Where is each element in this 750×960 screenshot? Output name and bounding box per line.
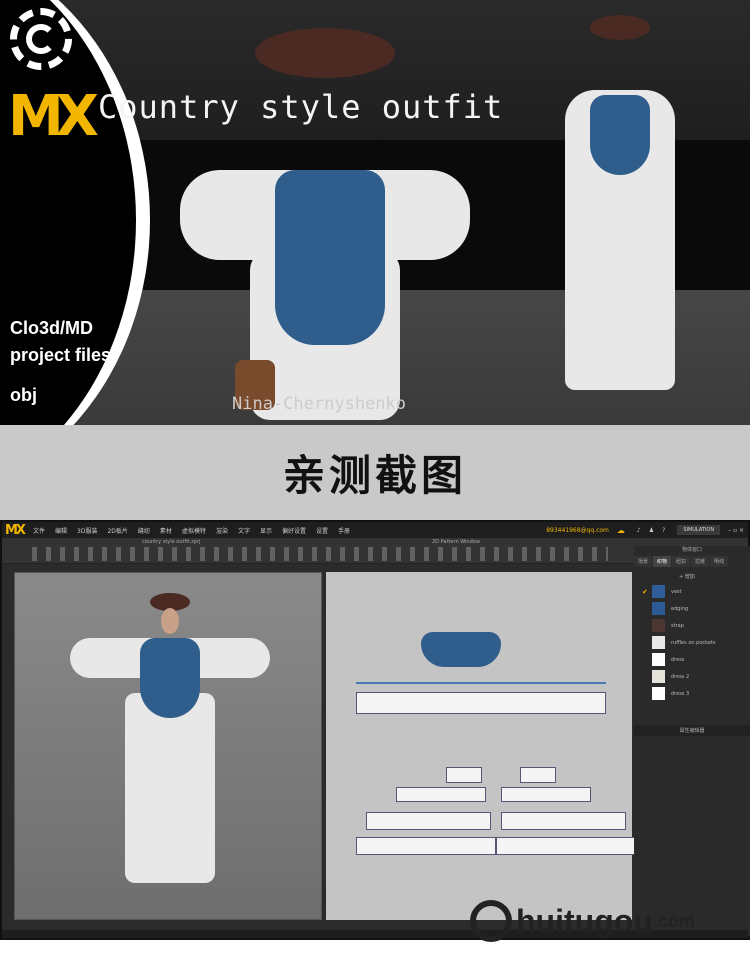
fabric-item[interactable]: strap <box>634 617 750 634</box>
fabric-name: dress 3 <box>671 690 690 697</box>
vest-pattern[interactable] <box>421 632 501 667</box>
menu-text[interactable]: 文字 <box>238 526 250 535</box>
menu-2d-pattern[interactable]: 2D板片 <box>107 526 127 535</box>
2d-pattern-window[interactable] <box>326 572 636 920</box>
seam-line <box>356 682 606 684</box>
help-icon[interactable]: ? <box>662 527 665 534</box>
fabric-swatch <box>652 585 665 598</box>
watermark-tld: .com <box>652 910 695 931</box>
banner-title: Country style outfit <box>98 88 504 126</box>
software-label: Clo3d/MD <box>10 318 93 338</box>
tab-zipper[interactable]: 拉链 <box>691 556 710 567</box>
check-icon: ✔ <box>642 587 648 596</box>
caption-bar: 亲测截图 <box>0 425 750 520</box>
speaker-icon[interactable]: ♪ <box>637 527 641 534</box>
tab-button[interactable]: 纽扣 <box>672 556 691 567</box>
caption-text: 亲测截图 <box>282 451 467 500</box>
window-controls[interactable]: – ▫ × <box>728 527 744 534</box>
fabric-name: ruffles on pockets <box>671 639 716 646</box>
avatar-vest <box>140 638 200 718</box>
fabric-name: dress <box>671 656 685 663</box>
tab-fabric[interactable]: 织物 <box>653 556 672 567</box>
author-label: Nina-Chernyshenko <box>232 394 406 414</box>
menu-render[interactable]: 渲染 <box>216 526 228 535</box>
fabric-name: strap <box>671 622 684 629</box>
add-fabric-button[interactable]: + 增加 <box>679 573 750 580</box>
3d-garment-window[interactable] <box>14 572 322 920</box>
user-email[interactable]: 893441968@qq.com <box>546 527 609 534</box>
pattern-window-title: 2D Pattern Window <box>432 539 480 545</box>
fabric-item[interactable]: ✔ vest <box>634 583 750 600</box>
property-editor-title: 属性编辑器 <box>634 725 750 736</box>
avatar-head <box>161 608 179 634</box>
menu-manual[interactable]: 手册 <box>338 526 350 535</box>
menu-bar: MX 文件 编辑 3D服装 2D板片 缝纫 素材 虚拟模特 渲染 文字 显示 偏… <box>2 522 748 538</box>
pattern-piece[interactable] <box>446 767 482 783</box>
sleeve-patterns[interactable] <box>356 692 606 714</box>
pattern-piece[interactable] <box>366 812 491 830</box>
fabric-name: edging <box>671 605 689 612</box>
menu-3d-garment[interactable]: 3D服装 <box>77 526 97 535</box>
fabric-item[interactable]: dress 2 <box>634 668 750 685</box>
tab-scene[interactable]: 场景 <box>634 556 653 567</box>
menu-materials[interactable]: 素材 <box>160 526 172 535</box>
product-banner: MX Country style outfit Clo3d/MD project… <box>0 0 750 425</box>
fabric-swatch <box>652 687 665 700</box>
watermark-logo-icon <box>470 900 512 942</box>
tool-icons[interactable] <box>32 547 608 561</box>
fabric-name: vest <box>671 588 682 595</box>
fabric-swatch <box>652 636 665 649</box>
fabric-swatch <box>652 619 665 632</box>
pattern-piece[interactable] <box>501 812 626 830</box>
fabric-swatch <box>652 602 665 615</box>
pattern-piece[interactable] <box>501 787 591 802</box>
fabric-item[interactable]: dress 3 <box>634 685 750 702</box>
project-files-label: project files <box>10 345 112 365</box>
tab-topstitch[interactable]: 明线 <box>710 556 729 567</box>
logo-m-icon: MX <box>8 84 99 149</box>
menu-avatar[interactable]: 虚拟模特 <box>182 526 206 535</box>
hat-image <box>255 28 395 78</box>
menu-edit[interactable]: 编辑 <box>55 526 67 535</box>
watermark-brand: huitugou <box>516 902 653 939</box>
object-window-title: 物体窗口 <box>681 547 702 553</box>
fabric-item[interactable]: dress <box>634 651 750 668</box>
object-browser: 物体窗口 场景 织物 纽扣 拉链 明线 + 增加 ✔ vest edging stra… <box>634 546 750 936</box>
pattern-piece[interactable] <box>356 837 496 855</box>
pattern-piece[interactable] <box>496 837 636 855</box>
avatar-skirt <box>125 693 215 883</box>
file-title: country style outfit.zprj <box>142 539 201 545</box>
model-vest-image <box>590 95 650 175</box>
fabric-name: dress 2 <box>671 673 690 680</box>
menu-display[interactable]: 显示 <box>260 526 272 535</box>
logo-c-inner-icon <box>26 24 56 54</box>
model-hat-image <box>590 15 650 40</box>
menu-sewing[interactable]: 缝纫 <box>138 526 150 535</box>
fabric-item[interactable]: edging <box>634 600 750 617</box>
pattern-piece[interactable] <box>396 787 486 802</box>
menu-file[interactable]: 文件 <box>33 526 45 535</box>
mode-dropdown[interactable]: SIMULATION <box>677 525 721 535</box>
app-logo-icon: MX <box>5 522 26 538</box>
cloud-icon[interactable]: ☁ <box>617 526 625 535</box>
fabric-swatch <box>652 670 665 683</box>
pattern-piece[interactable] <box>520 767 556 783</box>
fabric-item[interactable]: ruffles on pockets <box>634 634 750 651</box>
marvelous-designer-window: MX 文件 编辑 3D服装 2D板片 缝纫 素材 虚拟模特 渲染 文字 显示 偏… <box>0 520 750 940</box>
menu-preferences[interactable]: 偏好设置 <box>282 526 306 535</box>
vest-image <box>275 170 385 345</box>
fabric-swatch <box>652 653 665 666</box>
obj-label: obj <box>10 385 37 405</box>
menu-settings[interactable]: 设置 <box>316 526 328 535</box>
user-icon[interactable]: ♟ <box>649 527 654 534</box>
watermark: huitugou .com <box>470 900 695 942</box>
